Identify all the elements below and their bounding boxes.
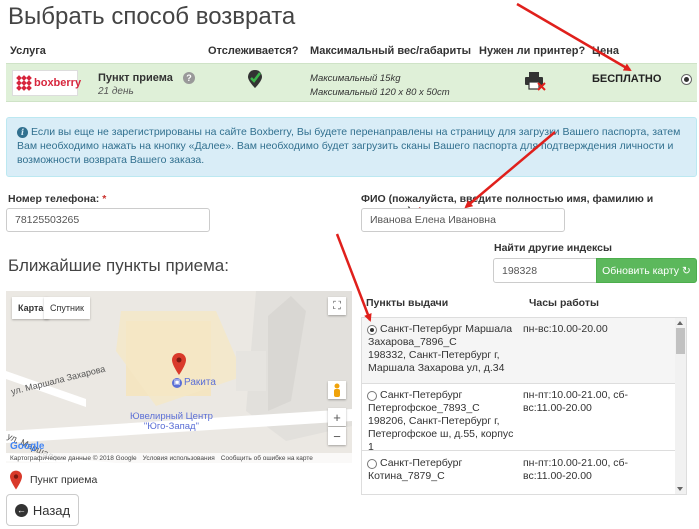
boxberry-logo-text: boxberry — [34, 77, 82, 89]
fullscreen-icon[interactable]: ⛶ — [328, 297, 346, 315]
pickup-point-row[interactable]: Санкт-Петербург Петергофское_7893_С 1982… — [362, 384, 676, 454]
shop-icon: ▣ — [172, 377, 182, 388]
points-scrollbar[interactable] — [675, 318, 686, 494]
refresh-map-button[interactable]: Обновить карту ↻ — [596, 258, 697, 283]
phone-input[interactable] — [6, 208, 210, 232]
zoom-in-button[interactable]: + — [328, 408, 346, 426]
boxberry-logo: boxberry — [12, 70, 82, 96]
google-logo: Google — [10, 441, 45, 452]
legend-pin-icon — [10, 470, 22, 490]
info-text: Если вы еще не зарегистрированы на сайте… — [17, 126, 681, 166]
hours-line: вс:11.00-20.00 — [523, 470, 592, 482]
pickup-point-hours: пн-вс:10.00-20.00 — [523, 323, 673, 336]
phone-label: Номер телефона: * — [8, 193, 106, 205]
service-days: 21 день — [98, 86, 134, 97]
zoom-out-button[interactable]: − — [328, 427, 346, 445]
map-data-credit: Картографические данные © 2018 Google — [10, 454, 137, 462]
boxberry-logo-mark — [16, 75, 32, 91]
points-col-hours: Часы работы — [529, 297, 599, 309]
back-button[interactable]: ← Назад — [6, 494, 79, 526]
pickup-point-line: Санкт-Петербург — [380, 457, 463, 469]
hours-line: вс:11.00-20.00 — [523, 402, 592, 414]
hours-line: пн-вс:10.00-20.00 — [523, 323, 608, 335]
map-report-link[interactable]: Сообщить об ошибке на карте — [221, 455, 313, 462]
back-label: Назад — [32, 502, 71, 518]
map-terms-link[interactable]: Условия использования — [143, 455, 215, 462]
pickup-point-line: Маршала Захарова ул, д.34 — [368, 362, 505, 374]
pickup-point-address: Санкт-Петербург Маршала Захарова_7896_С … — [368, 323, 518, 375]
col-price: Цена — [592, 45, 620, 57]
pickup-point-line: 198206, Санкт-Петербург г, — [368, 415, 500, 427]
pickup-point-line: Санкт-Петербург — [380, 389, 463, 401]
jewelry-label: Ювелирный Центр "Юго-Запад" — [130, 412, 213, 432]
refresh-map-label: Обновить карту — [602, 264, 680, 277]
map-tab-satellite[interactable]: Спутник — [44, 297, 90, 319]
index-search-input[interactable] — [493, 258, 597, 283]
map-footer: Картографические данные © 2018 Google Ус… — [6, 453, 352, 463]
printer-crossed-icon — [525, 72, 546, 91]
pickup-point-hours: пн-пт:10.00-21.00, сб- вс:11.00-20.00 — [523, 389, 673, 415]
service-price: БЕСПЛАТНО — [592, 73, 662, 85]
map-legend: Пункт приема — [10, 470, 97, 490]
location-check-icon — [248, 70, 262, 88]
pickup-point-line: Котина_7879_С — [368, 470, 445, 482]
service-select-radio[interactable] — [681, 74, 692, 85]
service-table-header: Услуга Отслеживается? Максимальный вес/г… — [0, 44, 699, 62]
hours-line: пн-пт:10.00-21.00, сб- — [523, 389, 629, 401]
max-dimensions: Максимальный 120 x 80 x 50cm — [310, 87, 450, 98]
scroll-down-icon[interactable] — [677, 487, 683, 491]
required-mark: * — [102, 193, 107, 205]
page-title: Выбрать способ возврата — [8, 3, 296, 30]
place-name: Ракита — [184, 377, 216, 388]
info-alert: i Если вы еще не зарегистрированы на сайт… — [6, 117, 697, 177]
col-tracked: Отслеживается? — [208, 45, 299, 57]
col-printer: Нужен ли принтер? — [479, 45, 586, 57]
map[interactable]: Карта Спутник ⛶ ▣ Ракита Ювелирный Центр… — [6, 291, 352, 463]
max-weight: Максимальный 15kg — [310, 73, 401, 84]
refresh-icon: ↻ — [682, 264, 691, 277]
pickup-point-line: Петергофское_7893_С — [368, 402, 480, 414]
points-col-name: Пункты выдачи — [366, 297, 449, 309]
info-icon: i — [17, 127, 28, 138]
jewelry-line2: "Юго-Запад" — [143, 421, 199, 432]
col-service: Услуга — [10, 45, 46, 57]
pickup-point-line: Санкт-Петербург Маршала — [380, 323, 513, 335]
help-icon[interactable]: ? — [183, 72, 195, 84]
service-name: Пункт приема — [98, 72, 173, 84]
scroll-up-icon[interactable] — [677, 321, 683, 325]
place-label: ▣ Ракита — [172, 377, 216, 388]
pickup-point-line: Захарова_7896_С — [368, 336, 457, 348]
pickup-point-row[interactable]: Санкт-Петербург Маршала Захарова_7896_С … — [362, 318, 676, 384]
pickup-point-address: Санкт-Петербург Котина_7879_С — [368, 457, 518, 483]
legend-label: Пункт приема — [30, 474, 98, 486]
pickup-points-list[interactable]: Санкт-Петербург Маршала Захарова_7896_С … — [361, 317, 687, 495]
hours-line: пн-пт:10.00-21.00, сб- — [523, 457, 629, 469]
pickup-point-row[interactable]: Санкт-Петербург Котина_7879_С пн-пт:10.0… — [362, 451, 676, 494]
nearest-points-title: Ближайшие пункты приема: — [8, 256, 229, 275]
phone-label-text: Номер телефона: — [8, 193, 100, 205]
arrow-left-icon: ← — [14, 503, 28, 517]
pickup-point-address: Санкт-Петербург Петергофское_7893_С 1982… — [368, 389, 518, 454]
col-max-size: Максимальный вес/габариты — [310, 45, 472, 57]
scroll-thumb[interactable] — [676, 328, 685, 354]
pegman-icon[interactable] — [328, 381, 346, 399]
service-row-boxberry[interactable]: boxberry Пункт приема 21 день ? Максимал… — [6, 63, 697, 102]
fio-input[interactable] — [361, 208, 565, 232]
search-index-label: Найти другие индексы — [494, 242, 612, 254]
pickup-point-line: 198332, Санкт-Петербург г, — [368, 349, 500, 361]
map-pin-icon[interactable] — [172, 353, 186, 375]
pickup-point-hours: пн-пт:10.00-21.00, сб- вс:11.00-20.00 — [523, 457, 673, 483]
